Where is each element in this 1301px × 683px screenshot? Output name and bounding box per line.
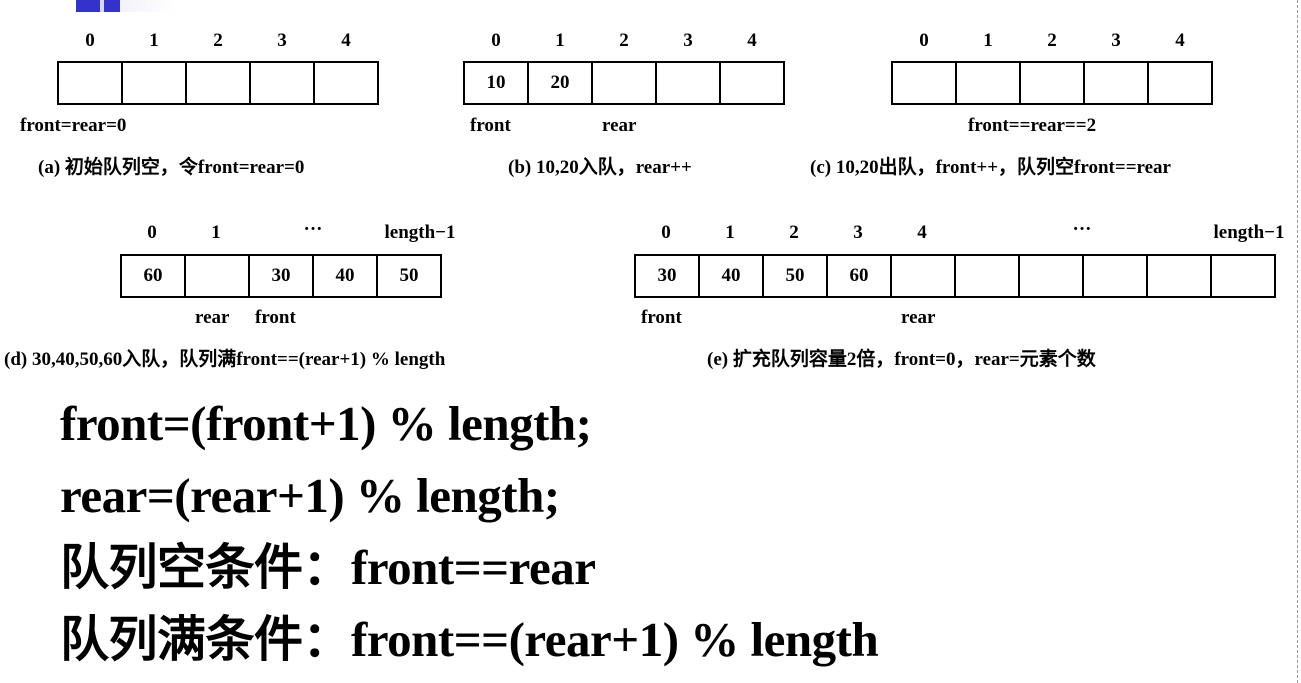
- caption-a: (a) 初始队列空，令front=rear=0: [38, 157, 305, 178]
- index-label: 1: [211, 222, 221, 243]
- queue-cell: [1210, 254, 1276, 298]
- caption-e: (e) 扩充队列容量2倍，front=0，rear=元素个数: [707, 349, 1096, 370]
- index-label: 0: [491, 30, 501, 51]
- queue-cell: [955, 61, 1021, 105]
- index-label: ···: [1072, 219, 1092, 240]
- caption-b: (b) 10,20入队，rear++: [508, 157, 692, 178]
- index-label: length−1: [1213, 222, 1285, 243]
- queue-cell: 40: [312, 254, 378, 298]
- queue-cell: 50: [376, 254, 442, 298]
- queue-cell: [891, 61, 957, 105]
- formula-rear-advance: rear=(rear+1) % length;: [60, 468, 560, 523]
- queue-cell: [1019, 61, 1085, 105]
- pointer-label-front: front: [470, 115, 511, 136]
- queue-cell: [1082, 254, 1148, 298]
- pointer-label-front: front: [255, 307, 296, 328]
- index-label: 3: [277, 30, 287, 51]
- index-label: 4: [917, 222, 927, 243]
- pointer-label-front-rear: front=rear=0: [20, 115, 127, 136]
- pointer-label-front: front: [641, 307, 682, 328]
- queue-cell: [1083, 61, 1149, 105]
- queue-cell: [121, 61, 187, 105]
- slide-bullet-marker: [76, 0, 120, 12]
- queue-cell: [249, 61, 315, 105]
- queue-cell: [184, 254, 250, 298]
- index-label: 3: [683, 30, 693, 51]
- queue-cell: [1146, 254, 1212, 298]
- queue-cell: 30: [634, 254, 700, 298]
- index-label: 0: [919, 30, 929, 51]
- index-label: ···: [303, 219, 323, 240]
- index-label: 2: [789, 222, 799, 243]
- queue-cell: 50: [762, 254, 828, 298]
- caption-d: (d) 30,40,50,60入队，队列满front==(rear+1) % l…: [4, 349, 446, 370]
- pointer-label-rear: rear: [901, 307, 936, 328]
- index-label: 1: [725, 222, 735, 243]
- pointer-label-front-rear: front==rear==2: [968, 115, 1097, 136]
- pointer-label-rear: rear: [195, 307, 230, 328]
- index-label: 4: [747, 30, 757, 51]
- index-label: 0: [147, 222, 157, 243]
- queue-cell: [1147, 61, 1213, 105]
- index-label: 0: [85, 30, 95, 51]
- index-label: length−1: [384, 222, 456, 243]
- formula-front-advance: front=(front+1) % length;: [60, 396, 592, 451]
- queue-cell: 40: [698, 254, 764, 298]
- queue-cell: [591, 61, 657, 105]
- index-label: 4: [341, 30, 351, 51]
- queue-cell: 60: [826, 254, 892, 298]
- formula-empty-condition: 队列空条件：front==rear: [60, 540, 596, 595]
- index-label: 1: [983, 30, 993, 51]
- queue-cell: [719, 61, 785, 105]
- queue-cell: [313, 61, 379, 105]
- index-label: 2: [213, 30, 223, 51]
- slide-bullet-marker-gap: [100, 0, 104, 12]
- queue-cell: [57, 61, 123, 105]
- index-label: 2: [619, 30, 629, 51]
- queue-cell: 60: [120, 254, 186, 298]
- queue-cell: [185, 61, 251, 105]
- formula-full-condition: 队列满条件：front==(rear+1) % length: [60, 612, 879, 667]
- queue-cell: [655, 61, 721, 105]
- queue-cell: 20: [527, 61, 593, 105]
- queue-cell: [954, 254, 1020, 298]
- caption-c: (c) 10,20出队，front++，队列空front==rear: [810, 157, 1171, 178]
- index-label: 1: [555, 30, 565, 51]
- index-label: 3: [853, 222, 863, 243]
- index-label: 3: [1111, 30, 1121, 51]
- index-label: 1: [149, 30, 159, 51]
- index-label: 0: [661, 222, 671, 243]
- queue-cell: [890, 254, 956, 298]
- slide-edge-line: [1297, 0, 1298, 683]
- index-label: 4: [1175, 30, 1185, 51]
- queue-cell: [1018, 254, 1084, 298]
- index-label: 2: [1047, 30, 1057, 51]
- queue-cell: 10: [463, 61, 529, 105]
- queue-cell: 30: [248, 254, 314, 298]
- pointer-label-rear: rear: [602, 115, 637, 136]
